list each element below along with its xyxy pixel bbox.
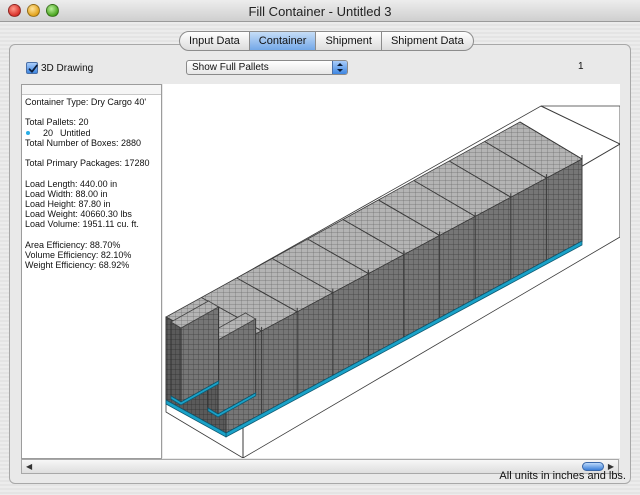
pallet-count: 20 [43, 127, 54, 138]
load-weight-text: Load Weight: 40660.30 lbs [25, 209, 132, 220]
area-efficiency-text: Area Efficiency: 88.70% [25, 239, 121, 250]
units-status-text: All units in inches and lbs. [499, 470, 626, 482]
total-pallets-text: Total Pallets: 20 [25, 117, 89, 128]
total-boxes-text: Total Number of Boxes: 2880 [25, 137, 142, 148]
weight-efficiency-text: Weight Efficiency: 68.92% [25, 260, 130, 270]
3d-drawing-label: 3D Drawing [41, 62, 94, 74]
pallet-end-face-near-b [170, 321, 182, 403]
popup-arrows-icon [332, 61, 347, 74]
tab-bar: Input Data Container Shipment Shipment D… [179, 31, 474, 51]
3d-drawing-toggle[interactable]: 3D Drawing [26, 61, 93, 75]
scroll-left-arrow-icon[interactable]: ◀ [26, 462, 32, 471]
load-width-text: Load Width: 88.00 in [25, 188, 108, 199]
container-info-panel: Container Type: Dry Cargo 40' Total Pall… [21, 84, 162, 459]
title-bar: Fill Container - Untitled 3 [0, 0, 640, 22]
view-mode-popup[interactable]: Show Full Pallets [186, 60, 348, 75]
3d-drawing-checkbox[interactable] [26, 62, 38, 74]
tab-shipment-data[interactable]: Shipment Data [381, 31, 474, 51]
window-title: Fill Container - Untitled 3 [248, 4, 392, 19]
container-type-text: Container Type: Dry Cargo 40' [25, 97, 147, 107]
container-3d-view[interactable] [163, 84, 621, 459]
tab-shipment[interactable]: Shipment [316, 31, 382, 51]
primary-packages-text: Total Primary Packages: 17280 [25, 158, 150, 169]
load-length-text: Load Length: 440.00 in [25, 178, 118, 189]
pallet-color-dot [26, 130, 30, 135]
window-content: Input Data Container Shipment Shipment D… [0, 22, 640, 495]
page-number: 1 [578, 61, 584, 72]
pallet-list-item[interactable]: 20 Untitled [25, 128, 158, 138]
tab-container[interactable]: Container [249, 31, 317, 51]
view-mode-value: Show Full Pallets [192, 62, 269, 73]
info-panel-header [22, 85, 161, 95]
pallet-name: Untitled [60, 127, 91, 138]
container-3d-drawing [165, 105, 621, 459]
volume-efficiency-text: Volume Efficiency: 82.10% [25, 249, 132, 260]
checkmark-icon [28, 64, 38, 73]
load-volume-text: Load Volume: 1951.11 cu. ft. [25, 219, 139, 230]
load-height-text: Load Height: 87.80 in [25, 198, 111, 209]
tab-input-data[interactable]: Input Data [179, 31, 250, 51]
